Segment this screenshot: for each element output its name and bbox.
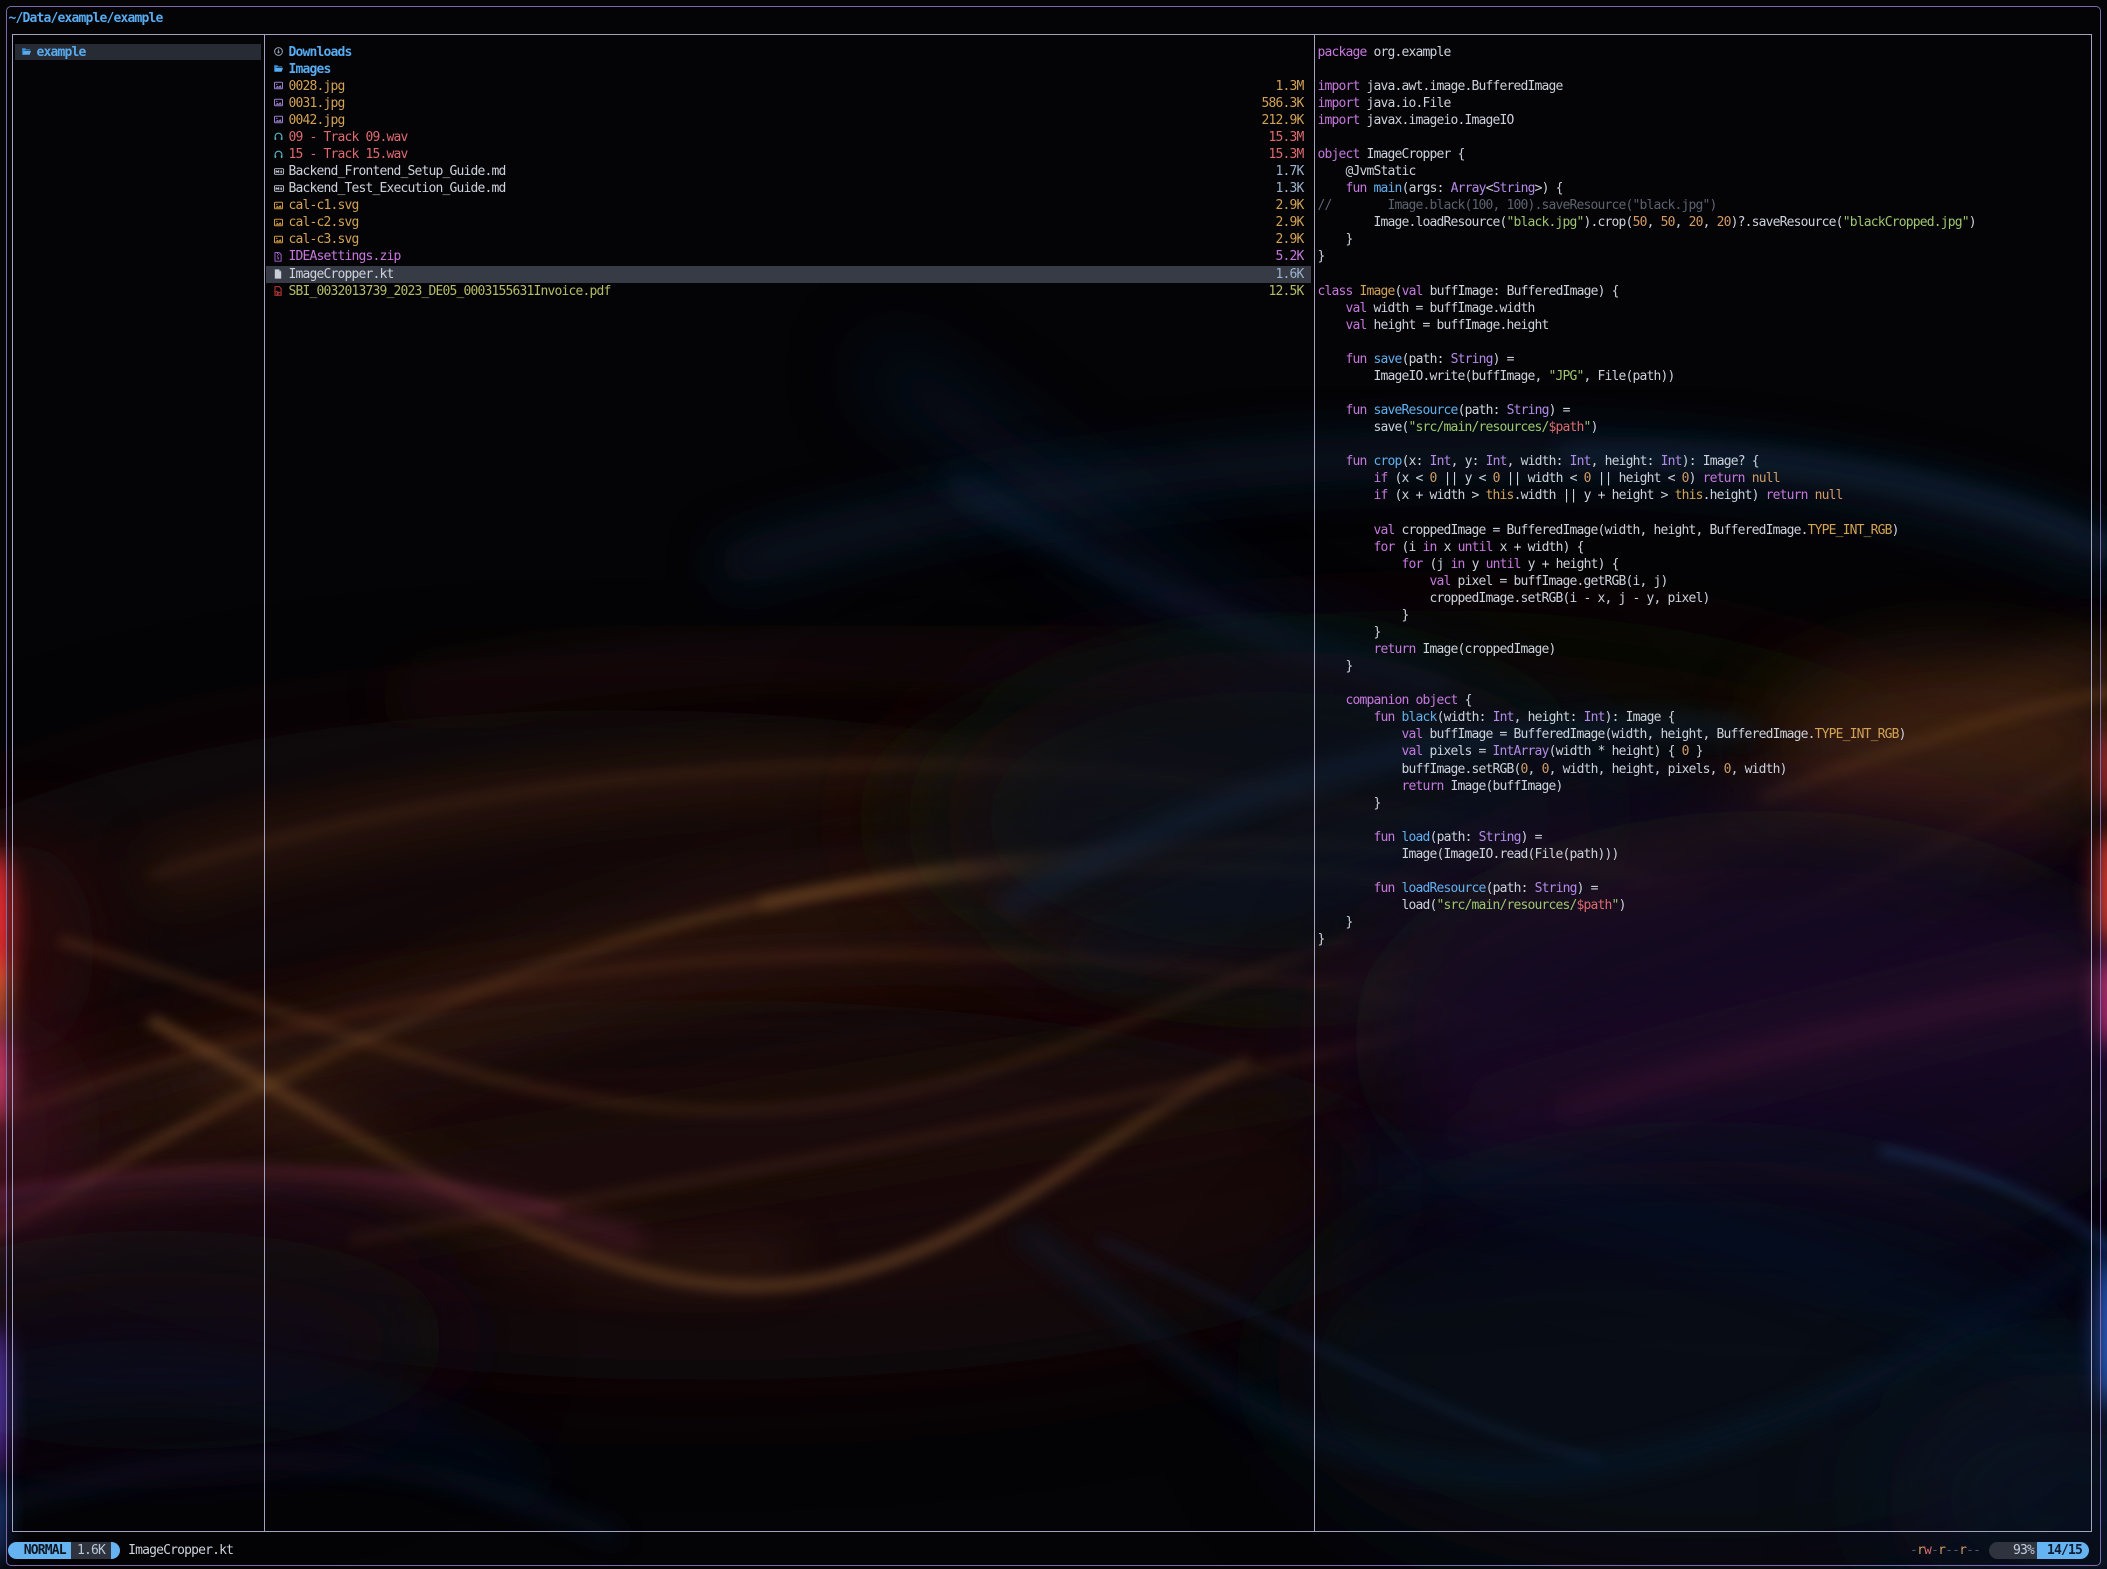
- code-line: val buffImage = BufferedImage(width, hei…: [1318, 726, 1906, 743]
- code-line: val pixel = buffImage.getRGB(i, j): [1318, 573, 1668, 590]
- file-name: cal-c2.svg: [289, 214, 359, 231]
- code-line: }: [1318, 624, 1381, 641]
- code-line: }: [1318, 607, 1409, 624]
- code-line: for (j in y until y + height) {: [1318, 556, 1619, 573]
- file-name: Downloads: [289, 44, 352, 61]
- zip-icon: [274, 252, 284, 264]
- file-size: 2.9K: [1000, 214, 1304, 231]
- path-bar: ~/Data/example/example: [9, 10, 163, 27]
- file-name: example: [37, 44, 86, 61]
- image-icon-orange: [274, 201, 284, 213]
- code-line: }: [1318, 231, 1353, 248]
- file-name: cal-c1.svg: [289, 197, 359, 214]
- code-line: import javax.imageio.ImageIO: [1318, 112, 1514, 129]
- code-line: }: [1318, 248, 1325, 265]
- code-line: return Image(croppedImage): [1318, 641, 1556, 658]
- folder-open-icon: [274, 64, 284, 76]
- code-line: object ImageCropper {: [1318, 146, 1465, 163]
- code-line: fun black(width: Int, height: Int): Imag…: [1318, 709, 1675, 726]
- file-name: ImageCropper.kt: [289, 266, 394, 283]
- file-size: 1.6K: [1000, 266, 1304, 283]
- code-line: Image.loadResource("black.jpg").crop(50,…: [1318, 214, 1976, 231]
- code-line: buffImage.setRGB(0, 0, width, height, pi…: [1318, 761, 1787, 778]
- code-line: fun load(path: String) =: [1318, 829, 1542, 846]
- download-circle-icon: [274, 47, 284, 59]
- code-line: package org.example: [1318, 44, 1451, 61]
- file-size: 2.9K: [1000, 231, 1304, 248]
- code-line: fun saveResource(path: String) =: [1318, 402, 1570, 419]
- permissions: -rw-r--r--: [1910, 1542, 1980, 1559]
- code-line: companion object {: [1318, 692, 1472, 709]
- code-line: ImageIO.write(buffImage, "JPG", File(pat…: [1318, 368, 1675, 385]
- folder-open-icon: [22, 47, 32, 59]
- headphones-icon: [274, 132, 284, 144]
- file-size: 2.9K: [1000, 197, 1304, 214]
- file-name: Images: [289, 61, 331, 78]
- file-name: 15 - Track 15.wav: [289, 146, 408, 163]
- file-size: 15.3M: [1000, 146, 1304, 163]
- code-line: val croppedImage = BufferedImage(width, …: [1318, 522, 1899, 539]
- mode-label: NORMAL: [24, 1542, 66, 1559]
- file-size: 5.2K: [1000, 248, 1304, 265]
- code-line: croppedImage.setRGB(i - x, j - y, pixel): [1318, 590, 1710, 607]
- code-line: fun main(args: Array<String>) {: [1318, 180, 1563, 197]
- terminal-window: ~/Data/example/example example Downloads…: [0, 0, 2107, 1569]
- code-line: return Image(buffImage): [1318, 778, 1563, 795]
- position-label: 14/15: [2047, 1542, 2082, 1559]
- code-line: fun save(path: String) =: [1318, 351, 1514, 368]
- code-line: // Image.black(100, 100).saveResource("b…: [1318, 197, 1717, 214]
- image-icon-orange: [274, 218, 284, 230]
- file-name: 0042.jpg: [289, 112, 345, 129]
- file-name: Backend_Test_Execution_Guide.md: [289, 180, 506, 197]
- code-line: class Image(val buffImage: BufferedImage…: [1318, 283, 1619, 300]
- code-line: Image(ImageIO.read(File(path))): [1318, 846, 1619, 863]
- code-line: @JvmStatic: [1318, 163, 1416, 180]
- status-file-size: 1.6K: [77, 1542, 105, 1559]
- file-size: 15.3M: [1000, 129, 1304, 146]
- image-icon-purple: [274, 81, 284, 93]
- code-line: if (x + width > this.width || y + height…: [1318, 487, 1843, 504]
- file-size: 12.5K: [1000, 283, 1304, 300]
- code-line: save("src/main/resources/$path"): [1318, 419, 1598, 436]
- percent-label: 93%: [2013, 1542, 2034, 1559]
- file-name: SBI_0032013739_2023_DE05_0003155631Invoi…: [289, 283, 611, 300]
- file-name: cal-c3.svg: [289, 231, 359, 248]
- code-line: }: [1318, 658, 1353, 675]
- code-line: import java.awt.image.BufferedImage: [1318, 78, 1563, 95]
- image-icon-purple: [274, 115, 284, 127]
- file-name: 0031.jpg: [289, 95, 345, 112]
- image-icon-orange: [274, 235, 284, 247]
- image-icon-purple: [274, 98, 284, 110]
- markdown-icon: [274, 184, 284, 196]
- code-line: }: [1318, 931, 1325, 948]
- headphones-icon: [274, 150, 284, 162]
- code-line: val width = buffImage.width: [1318, 300, 1535, 317]
- code-line: fun loadResource(path: String) =: [1318, 880, 1598, 897]
- code-line: val height = buffImage.height: [1318, 317, 1549, 334]
- code-line: for (i in x until x + width) {: [1318, 539, 1584, 556]
- pdf-icon: [274, 286, 284, 298]
- file-size: 1.3K: [1000, 180, 1304, 197]
- file-name: 09 - Track 09.wav: [289, 129, 408, 146]
- file-size: 212.9K: [1000, 112, 1304, 129]
- code-line: import java.io.File: [1318, 95, 1451, 112]
- pane-separator-right: [1314, 35, 1315, 1531]
- markdown-icon: [274, 167, 284, 179]
- code-line: }: [1318, 914, 1353, 931]
- code-line: }: [1318, 795, 1381, 812]
- file-name: Backend_Frontend_Setup_Guide.md: [289, 163, 506, 180]
- file-name: IDEAsettings.zip: [289, 248, 401, 265]
- file-size: 586.3K: [1000, 95, 1304, 112]
- code-line: fun crop(x: Int, y: Int, width: Int, hei…: [1318, 453, 1759, 470]
- code-line: load("src/main/resources/$path"): [1318, 897, 1626, 914]
- file-icon: [274, 269, 284, 281]
- status-file-name: ImageCropper.kt: [128, 1542, 233, 1559]
- code-line: if (x < 0 || y < 0 || width < 0 || heigh…: [1318, 470, 1780, 487]
- file-size: 1.7K: [1000, 163, 1304, 180]
- file-name: 0028.jpg: [289, 78, 345, 95]
- file-size: 1.3M: [1000, 78, 1304, 95]
- code-line: val pixels = IntArray(width * height) { …: [1318, 743, 1703, 760]
- pane-separator-left: [264, 35, 265, 1531]
